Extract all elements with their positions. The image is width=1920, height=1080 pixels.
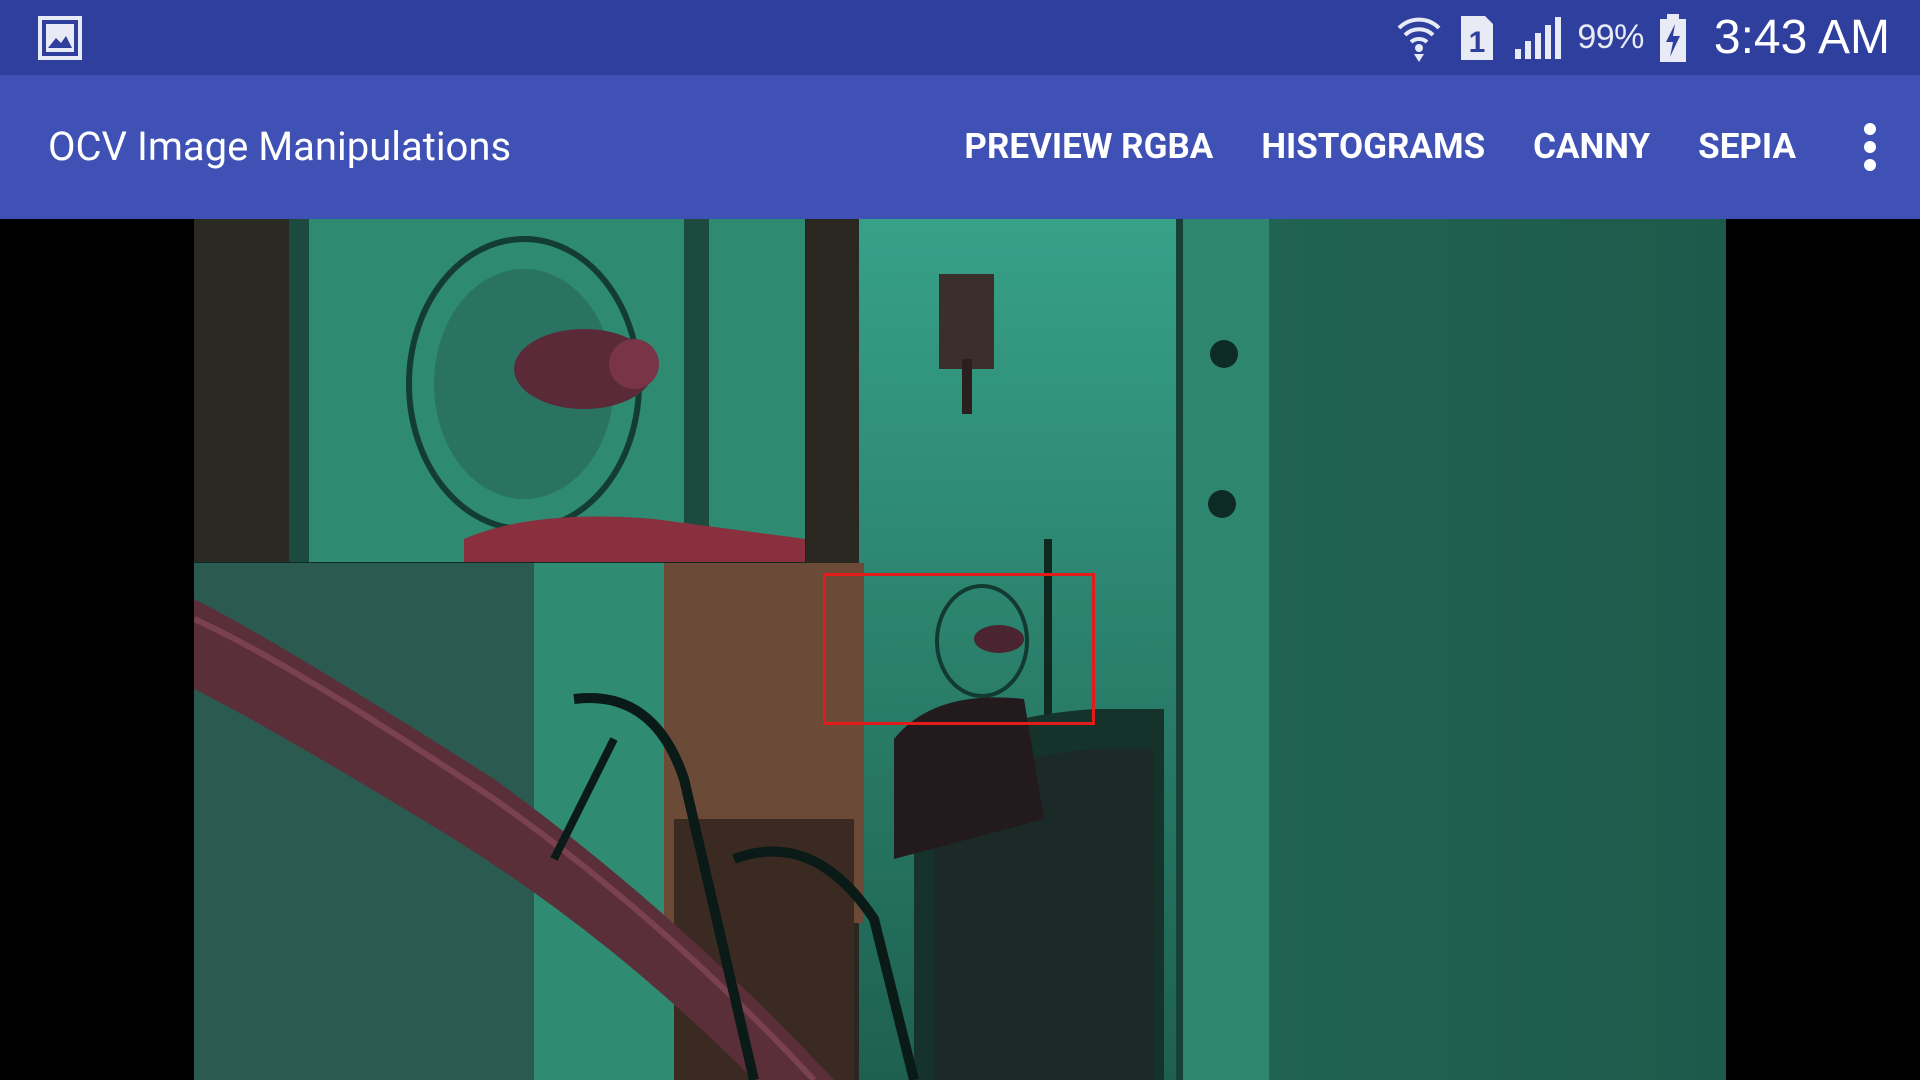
preview-rgba-button[interactable]: PREVIEW RGBA: [940, 75, 1237, 219]
wifi-icon: [1395, 12, 1443, 64]
gallery-image-icon: [38, 16, 82, 60]
zoom-inset: [194, 219, 806, 563]
status-bar: 1 99% 3:43 AM: [0, 0, 1920, 75]
more-vert-icon[interactable]: [1820, 75, 1920, 219]
zoom-scene: [194, 219, 805, 562]
action-menu: PREVIEW RGBA HISTOGRAMS CANNY SEPIA: [940, 75, 1920, 219]
battery-charging-icon: [1658, 12, 1688, 64]
sim-1-icon: 1: [1457, 12, 1497, 64]
cell-signal-icon: [1511, 13, 1563, 63]
camera-preview[interactable]: [194, 219, 1726, 1080]
action-bar: OCV Image Manipulations PREVIEW RGBA HIS…: [0, 75, 1920, 219]
sepia-button[interactable]: SEPIA: [1674, 75, 1820, 219]
sim-label: 1: [1469, 26, 1486, 59]
app-title: OCV Image Manipulations: [48, 123, 512, 170]
zoom-roi-box: [823, 573, 1095, 725]
status-icons: 1 99% 3:43 AM: [1395, 0, 1890, 75]
battery-percent: 99%: [1577, 18, 1644, 56]
canny-button[interactable]: CANNY: [1509, 75, 1674, 219]
status-clock: 3:43 AM: [1713, 11, 1890, 64]
histograms-button[interactable]: HISTOGRAMS: [1237, 75, 1509, 219]
